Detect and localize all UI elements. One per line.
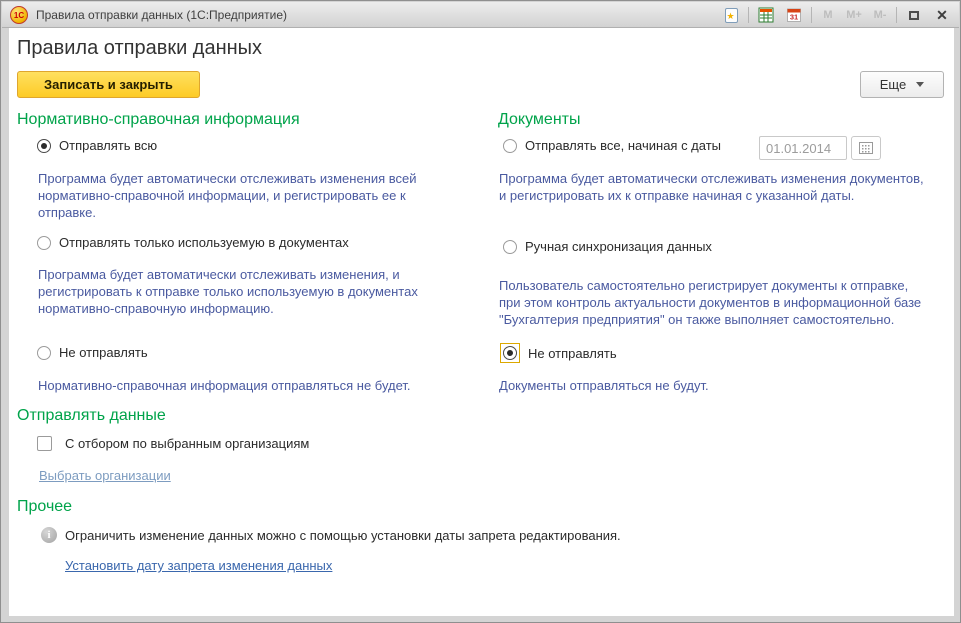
radio-nsi-used-only[interactable]: Отправлять только используемую в докумен… xyxy=(37,235,349,250)
radio-label: Отправлять все, начиная с даты xyxy=(525,138,721,153)
radio-unchecked-icon xyxy=(503,240,517,254)
nsi-used-only-description: Программа будет автоматически отслеживат… xyxy=(38,266,458,317)
edit-restriction-info: Ограничить изменение данных можно с помо… xyxy=(65,528,905,543)
radio-nsi-do-not-send[interactable]: Не отправлять xyxy=(37,345,148,360)
window-title: Правила отправки данных (1С:Предприятие) xyxy=(36,8,287,22)
section-heading-other: Прочее xyxy=(17,498,72,516)
checkbox-unchecked-icon xyxy=(37,436,52,451)
chevron-down-icon xyxy=(916,82,924,87)
radio-checked-icon xyxy=(37,139,51,153)
1c-logo-text: 1С xyxy=(14,11,24,20)
titlebar-separator xyxy=(748,7,749,23)
favorites-page-icon[interactable] xyxy=(720,5,742,25)
radio-label: Отправлять всю xyxy=(59,138,157,153)
calculator-icon[interactable] xyxy=(755,5,777,25)
radio-nsi-send-all[interactable]: Отправлять всю xyxy=(37,138,157,153)
docs-manual-sync-description: Пользователь самостоятельно регистрирует… xyxy=(499,277,924,328)
titlebar-controls: 31 М М+ М- ✕ xyxy=(720,2,953,28)
form-content: Правила отправки данных Записать и закры… xyxy=(9,28,954,616)
info-icon: i xyxy=(41,527,57,543)
calendar-icon[interactable]: 31 xyxy=(783,5,805,25)
docs-send-all-description: Программа будет автоматически отслеживат… xyxy=(499,170,924,204)
titlebar: 1С Правила отправки данных (1С:Предприят… xyxy=(2,2,959,28)
save-and-close-button[interactable]: Записать и закрыть xyxy=(17,71,200,98)
maximize-button[interactable] xyxy=(903,5,925,25)
window-1c: 1С Правила отправки данных (1С:Предприят… xyxy=(0,0,961,623)
docs-do-not-send-description: Документы отправляться не будут. xyxy=(499,377,939,394)
radio-unchecked-icon xyxy=(37,236,51,250)
calculator-glyph xyxy=(758,7,774,23)
memory-m-button[interactable]: М xyxy=(818,5,838,25)
radio-label: Отправлять только используемую в докумен… xyxy=(59,235,349,250)
star-document-icon xyxy=(725,8,738,23)
close-button[interactable]: ✕ xyxy=(931,5,953,25)
radio-unchecked-icon xyxy=(503,139,517,153)
radio-checked-icon xyxy=(503,346,517,360)
titlebar-separator xyxy=(811,7,812,23)
checkbox-label: С отбором по выбранным организациям xyxy=(65,436,309,451)
titlebar-separator xyxy=(896,7,897,23)
1c-logo-icon: 1С xyxy=(10,6,28,24)
radio-docs-do-not-send[interactable]: Не отправлять xyxy=(500,343,617,363)
set-prohibition-date-link[interactable]: Установить дату запрета изменения данных xyxy=(65,558,332,573)
section-heading-send-data: Отправлять данные xyxy=(17,407,166,425)
radio-docs-manual-sync[interactable]: Ручная синхронизация данных xyxy=(503,239,712,254)
nsi-send-all-description: Программа будет автоматически отслеживат… xyxy=(38,170,458,221)
close-icon: ✕ xyxy=(936,8,948,22)
start-date-field[interactable] xyxy=(759,136,847,160)
maximize-icon xyxy=(909,11,919,20)
more-button-label: Еще xyxy=(880,77,906,92)
section-heading-documents: Документы xyxy=(498,111,580,129)
focus-ring xyxy=(500,343,520,363)
nsi-do-not-send-description: Нормативно-справочная информация отправл… xyxy=(38,377,478,394)
radio-docs-send-all-from-date[interactable]: Отправлять все, начиная с даты xyxy=(503,138,721,153)
select-organizations-link[interactable]: Выбрать организации xyxy=(39,468,171,483)
memory-m-minus-button[interactable]: М- xyxy=(870,5,890,25)
more-button[interactable]: Еще xyxy=(860,71,944,98)
date-picker-button[interactable] xyxy=(851,136,881,160)
section-heading-nsi: Нормативно-справочная информация xyxy=(17,111,300,129)
calendar-glyph: 31 xyxy=(786,7,802,23)
checkbox-filter-by-organizations[interactable]: С отбором по выбранным организациям xyxy=(37,436,309,451)
radio-unchecked-icon xyxy=(37,346,51,360)
svg-text:31: 31 xyxy=(790,13,798,22)
date-picker-calendar-icon xyxy=(859,142,873,154)
page-title: Правила отправки данных xyxy=(17,37,262,60)
radio-label: Ручная синхронизация данных xyxy=(525,239,712,254)
radio-label: Не отправлять xyxy=(528,346,617,361)
memory-m-plus-button[interactable]: М+ xyxy=(844,5,864,25)
radio-label: Не отправлять xyxy=(59,345,148,360)
